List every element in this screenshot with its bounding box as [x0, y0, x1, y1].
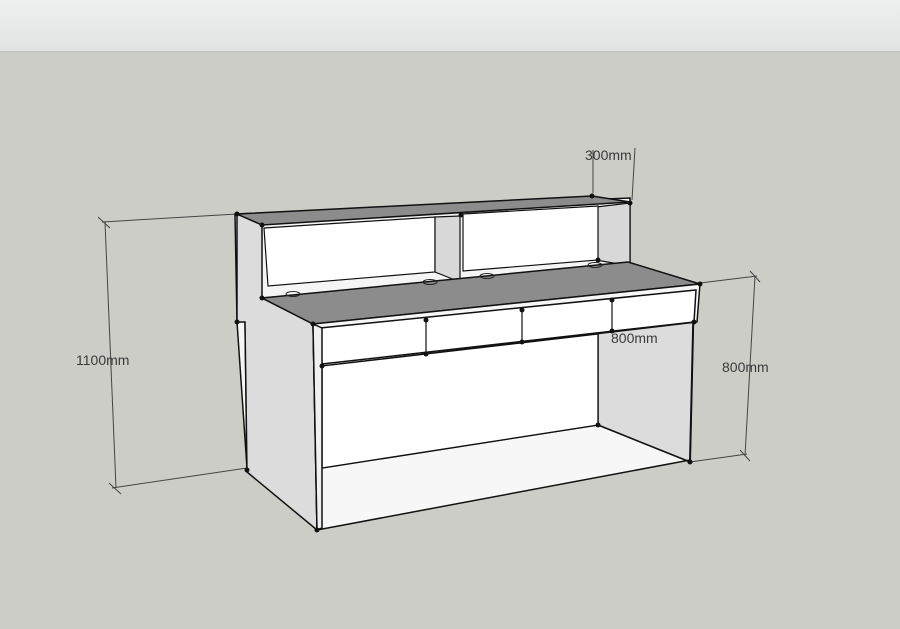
shelf-cubby-right	[462, 205, 599, 272]
shelf-right-side	[595, 202, 631, 267]
desk-depth-label: 800mm	[611, 330, 658, 346]
desk-height-label: 800mm	[722, 359, 769, 375]
overall-height-label: 1100mm	[76, 352, 129, 368]
desk-model[interactable]: 1100mm 800mm 800mm 300mm	[0, 0, 900, 629]
shelf-cubby-left-side	[434, 215, 461, 283]
shelf-depth-label: 300mm	[585, 147, 632, 163]
